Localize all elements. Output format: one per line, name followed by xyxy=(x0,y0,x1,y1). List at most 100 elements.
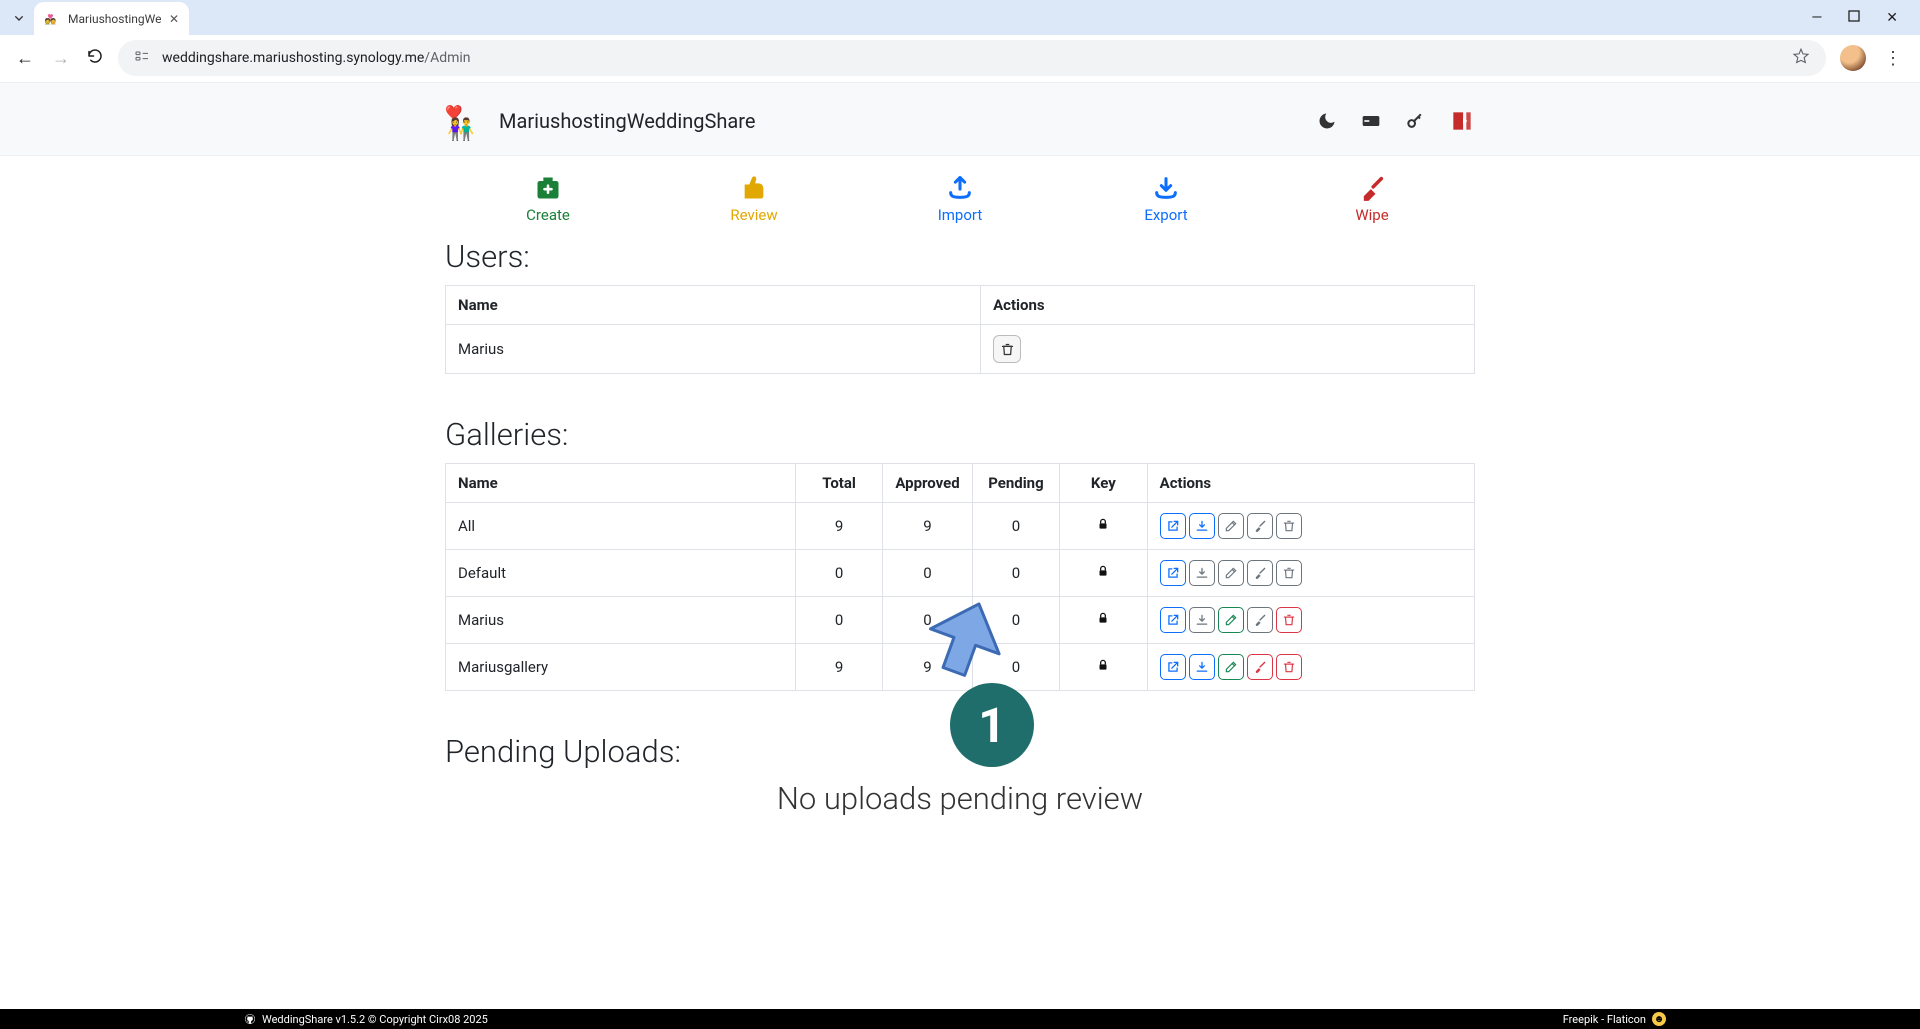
tabbar-collapse-chevron[interactable] xyxy=(6,5,32,31)
lock-icon xyxy=(1096,658,1110,676)
gallery-name: Mariusgallery xyxy=(446,644,796,691)
table-row: Marius xyxy=(446,325,1475,374)
col-approved: Approved xyxy=(883,464,972,503)
gallery-edit-button[interactable] xyxy=(1218,513,1244,539)
gallery-actions xyxy=(1147,503,1474,550)
gallery-download-button[interactable] xyxy=(1189,607,1215,633)
gallery-pending: 0 xyxy=(972,644,1059,691)
gallery-key xyxy=(1060,550,1147,597)
tab-title: MariushostingWe xyxy=(68,12,161,26)
gallery-key xyxy=(1060,597,1147,644)
col-actions: Actions xyxy=(981,286,1475,325)
close-window-button[interactable]: ✕ xyxy=(1886,11,1898,25)
user-name: Marius xyxy=(446,325,981,374)
gallery-name: All xyxy=(446,503,796,550)
gallery-key xyxy=(1060,503,1147,550)
col-key: Key xyxy=(1060,464,1147,503)
app-footer: WeddingShare v1.5.2 © Copyright Cirx08 2… xyxy=(0,1009,1920,1029)
reload-button[interactable] xyxy=(86,47,104,69)
import-button[interactable]: Import xyxy=(900,174,1020,224)
app-logo-icon: ❤️ 👫 xyxy=(445,101,485,141)
table-row: Mariusgallery990 xyxy=(446,644,1475,691)
gallery-actions xyxy=(1147,550,1474,597)
action-toolbar: Create Review Import Export Wipe xyxy=(445,156,1475,230)
browser-tabbar: 💑 MariushostingWe ✕ — ✕ xyxy=(0,0,1920,35)
col-pending: Pending xyxy=(972,464,1059,503)
smiley-icon: ☻ xyxy=(1652,1012,1666,1026)
gallery-actions xyxy=(1147,597,1474,644)
gallery-approved: 9 xyxy=(883,503,972,550)
col-total: Total xyxy=(795,464,882,503)
back-button[interactable]: ← xyxy=(14,48,36,69)
gallery-approved: 0 xyxy=(883,550,972,597)
gallery-total: 9 xyxy=(795,503,882,550)
gallery-edit-button[interactable] xyxy=(1218,607,1244,633)
table-row: Marius000 xyxy=(446,597,1475,644)
gallery-edit-button[interactable] xyxy=(1218,560,1244,586)
window-controls: — ✕ xyxy=(1801,0,1920,35)
dark-mode-icon[interactable] xyxy=(1317,111,1337,131)
svg-text:💑: 💑 xyxy=(45,13,57,25)
gallery-trash-button[interactable] xyxy=(1276,513,1302,539)
gallery-name: Marius xyxy=(446,597,796,644)
gallery-brush-button[interactable] xyxy=(1247,560,1273,586)
site-settings-icon[interactable] xyxy=(134,48,150,68)
gallery-total: 0 xyxy=(795,597,882,644)
create-button[interactable]: Create xyxy=(488,174,608,224)
browser-chrome: 💑 MariushostingWe ✕ — ✕ ← → weddingshare… xyxy=(0,0,1920,82)
delete-user-button[interactable] xyxy=(993,335,1021,363)
minimize-button[interactable]: — xyxy=(1811,11,1822,25)
export-button[interactable]: Export xyxy=(1106,174,1226,224)
footer-left-text: WeddingShare v1.5.2 © Copyright Cirx08 2… xyxy=(262,1013,488,1026)
gallery-open-button[interactable] xyxy=(1160,560,1186,586)
url-input[interactable]: weddingshare.mariushosting.synology.me/A… xyxy=(118,40,1826,76)
github-icon xyxy=(244,1013,256,1025)
galleries-heading: Galleries: xyxy=(445,416,1475,453)
gallery-brush-button[interactable] xyxy=(1247,513,1273,539)
bookmark-icon[interactable] xyxy=(1792,47,1810,69)
gallery-open-button[interactable] xyxy=(1160,607,1186,633)
favicon-icon: 💑 xyxy=(44,11,60,27)
user-actions xyxy=(981,325,1475,374)
pending-empty-message: No uploads pending review xyxy=(445,780,1475,817)
app-title: MariushostingWeddingShare xyxy=(499,109,755,133)
col-name: Name xyxy=(446,286,981,325)
gallery-total: 9 xyxy=(795,644,882,691)
gallery-trash-button[interactable] xyxy=(1276,607,1302,633)
users-heading: Users: xyxy=(445,238,1475,275)
profile-avatar[interactable] xyxy=(1840,45,1866,71)
gallery-open-button[interactable] xyxy=(1160,513,1186,539)
logout-icon[interactable] xyxy=(1449,108,1475,134)
gallery-approved: 0 xyxy=(883,597,972,644)
gallery-total: 0 xyxy=(795,550,882,597)
gallery-trash-button[interactable] xyxy=(1276,560,1302,586)
gallery-brush-button[interactable] xyxy=(1247,654,1273,680)
footer-right-text[interactable]: Freepik - Flaticon xyxy=(1563,1013,1646,1026)
gallery-pending: 0 xyxy=(972,550,1059,597)
gallery-brush-button[interactable] xyxy=(1247,607,1273,633)
col-actions: Actions xyxy=(1147,464,1474,503)
col-name: Name xyxy=(446,464,796,503)
forward-button[interactable]: → xyxy=(50,48,72,69)
tab-close-icon[interactable]: ✕ xyxy=(169,12,179,26)
gallery-edit-button[interactable] xyxy=(1218,654,1244,680)
gallery-trash-button[interactable] xyxy=(1276,654,1302,680)
gallery-open-button[interactable] xyxy=(1160,654,1186,680)
maximize-button[interactable] xyxy=(1848,10,1860,25)
gallery-pending: 0 xyxy=(972,503,1059,550)
browser-tab[interactable]: 💑 MariushostingWe ✕ xyxy=(34,2,189,35)
review-button[interactable]: Review xyxy=(694,174,814,224)
gallery-download-button[interactable] xyxy=(1189,654,1215,680)
wipe-button[interactable]: Wipe xyxy=(1312,174,1432,224)
browser-addressbar: ← → weddingshare.mariushosting.synology.… xyxy=(0,35,1920,82)
id-card-icon[interactable] xyxy=(1361,111,1381,131)
svg-text:👫: 👫 xyxy=(447,117,474,141)
lock-icon xyxy=(1096,611,1110,629)
gallery-download-button[interactable] xyxy=(1189,513,1215,539)
key-icon[interactable] xyxy=(1405,111,1425,131)
gallery-actions xyxy=(1147,644,1474,691)
gallery-key xyxy=(1060,644,1147,691)
browser-menu-icon[interactable]: ⋮ xyxy=(1880,48,1906,69)
gallery-download-button[interactable] xyxy=(1189,560,1215,586)
pending-heading: Pending Uploads: xyxy=(445,733,1475,770)
